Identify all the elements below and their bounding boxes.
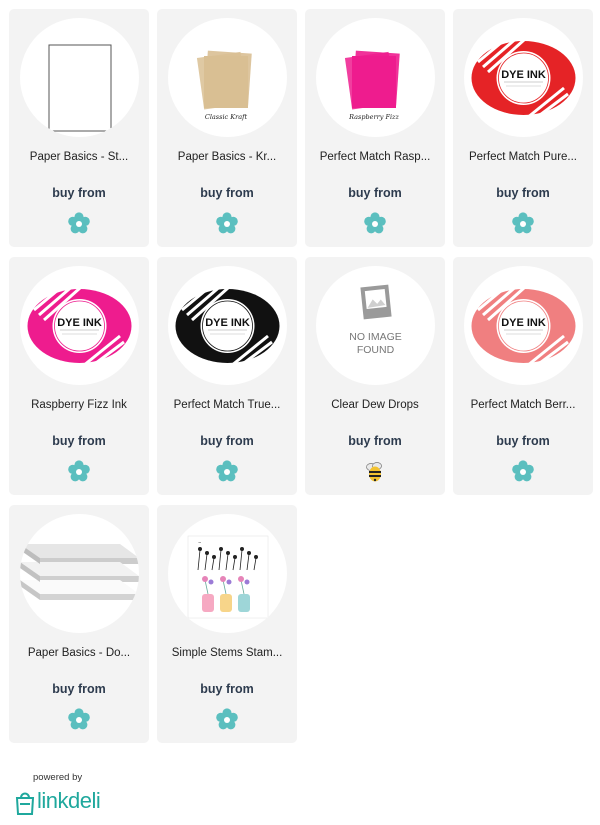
product-card[interactable]: Classic Kraft Paper Basics - Kr... buy fro… [157, 9, 297, 247]
buy-from-label: buy from [52, 186, 106, 200]
svg-text:Raspberry Fizz: Raspberry Fizz [348, 113, 399, 121]
buy-from-label: buy from [200, 682, 254, 696]
powered-by-label: powered by [33, 772, 83, 783]
product-title[interactable]: Simple Stems Stam... [161, 647, 293, 659]
buy-from-label: buy from [52, 434, 106, 448]
product-title[interactable]: Paper Basics - Do... [13, 647, 145, 659]
stamp-set-image: ~ [187, 535, 269, 619]
buy-from-label: buy from [496, 434, 550, 448]
flower-store-icon[interactable] [67, 460, 91, 484]
product-image[interactable]: Classic Kraft [168, 18, 287, 137]
product-image[interactable]: DYE INK [20, 266, 139, 385]
product-card[interactable]: DYE INK Perfect Match True... buy from [157, 257, 297, 495]
white-cardstock-image [48, 44, 112, 132]
flower-store-icon[interactable] [67, 708, 91, 732]
product-card[interactable]: Paper Basics - Do... buy from [9, 505, 149, 743]
product-title[interactable]: Perfect Match Pure... [457, 151, 589, 163]
kraft-cardstock-image: Classic Kraft [196, 50, 252, 121]
product-title[interactable]: Clear Dew Drops [309, 399, 441, 411]
flower-store-icon[interactable] [215, 460, 239, 484]
buy-from-label: buy from [496, 186, 550, 200]
product-card[interactable]: DYE INK Raspberry Fizz Ink buy from [9, 257, 149, 495]
svg-text:NO IMAGE: NO IMAGE [349, 331, 402, 343]
svg-text:DYE INK: DYE INK [205, 317, 250, 329]
product-image[interactable]: DYE INK [464, 266, 583, 385]
product-title[interactable]: Perfect Match Berr... [457, 399, 589, 411]
buy-from-label: buy from [200, 186, 254, 200]
linkdeli-logo[interactable]: linkdeli [14, 788, 114, 818]
buy-from-label: buy from [348, 186, 402, 200]
pink-ink-pad-image: DYE INK [471, 278, 576, 376]
product-image[interactable] [20, 18, 139, 137]
svg-text:DYE INK: DYE INK [501, 317, 546, 329]
product-title[interactable]: Perfect Match Rasp... [309, 151, 441, 163]
svg-text:DYE INK: DYE INK [501, 69, 546, 81]
product-card[interactable]: DYE INK Perfect Match Pure... buy from [453, 9, 593, 247]
flower-store-icon[interactable] [215, 212, 239, 236]
raspberry-ink-pad-image: DYE INK [27, 278, 132, 376]
product-image[interactable]: ~ [168, 514, 287, 633]
product-card[interactable]: Paper Basics - St... buy from [9, 9, 149, 247]
flower-store-icon[interactable] [67, 212, 91, 236]
product-card[interactable]: ~ Simple Stems Stam... buy from [157, 505, 297, 743]
product-title[interactable]: Paper Basics - Kr... [161, 151, 293, 163]
bee-store-icon[interactable] [363, 460, 387, 484]
no-image-placeholder-image: NO IMAGE FOUND [349, 284, 402, 356]
svg-text:~: ~ [198, 540, 201, 545]
flower-store-icon[interactable] [363, 212, 387, 236]
linkdeli-brand-text: linkdeli [37, 788, 101, 813]
flower-store-icon[interactable] [511, 460, 535, 484]
svg-text:DYE INK: DYE INK [57, 317, 102, 329]
red-ink-pad-image: DYE INK [471, 30, 576, 128]
buy-from-label: buy from [200, 434, 254, 448]
buy-from-label: buy from [348, 434, 402, 448]
product-image[interactable]: Raspberry Fizz [316, 18, 435, 137]
product-image[interactable] [20, 514, 139, 633]
buy-from-label: buy from [52, 682, 106, 696]
shopping-bag-icon [15, 792, 35, 815]
raspberry-cardstock-image: Raspberry Fizz [344, 50, 400, 121]
black-ink-pad-image: DYE INK [175, 278, 280, 376]
product-image[interactable]: DYE INK [168, 266, 287, 385]
flower-store-icon[interactable] [215, 708, 239, 732]
product-title[interactable]: Paper Basics - St... [13, 151, 145, 163]
svg-text:FOUND: FOUND [357, 344, 395, 356]
svg-text:Classic Kraft: Classic Kraft [205, 113, 248, 121]
flower-store-icon[interactable] [511, 212, 535, 236]
product-title[interactable]: Raspberry Fizz Ink [13, 399, 145, 411]
product-image[interactable]: DYE INK [464, 18, 583, 137]
product-image[interactable]: NO IMAGE FOUND [316, 266, 435, 385]
product-card[interactable]: Raspberry Fizz Perfect Match Rasp... buy f… [305, 9, 445, 247]
product-card[interactable]: DYE INK Perfect Match Berr... buy from [453, 257, 593, 495]
foam-board-stack-image [20, 544, 139, 600]
product-card[interactable]: NO IMAGE FOUND Clear Dew Drops buy from [305, 257, 445, 495]
product-title[interactable]: Perfect Match True... [161, 399, 293, 411]
